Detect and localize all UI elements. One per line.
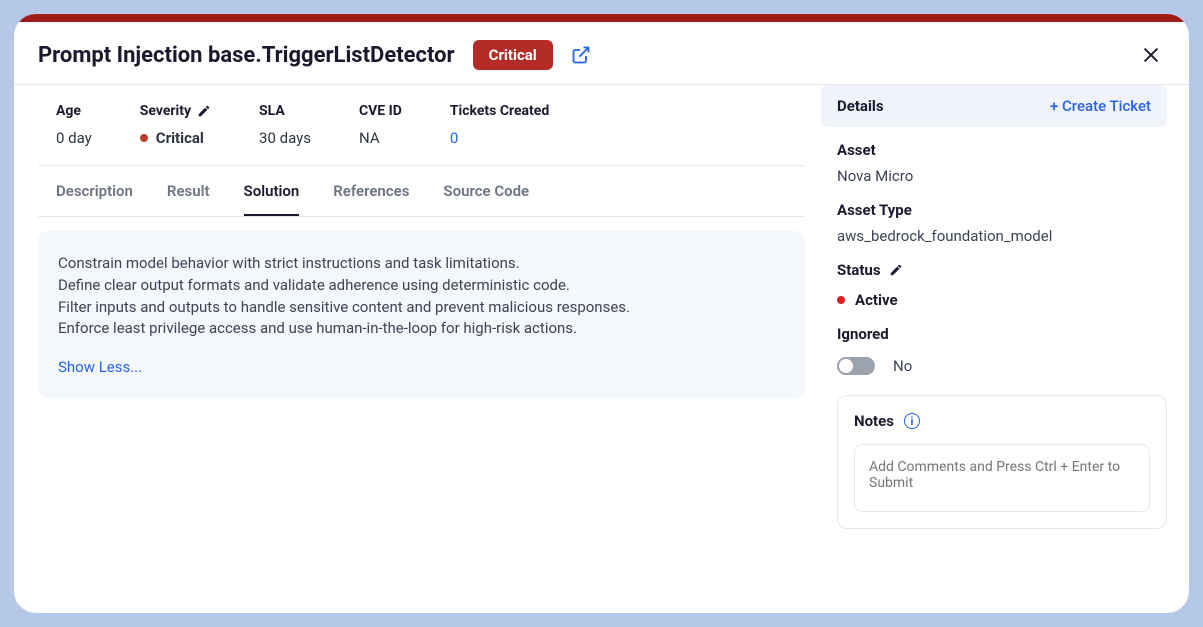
tickets-link[interactable]: 0 [450, 129, 549, 147]
close-button[interactable] [1137, 41, 1165, 69]
status-value: Active [855, 291, 898, 309]
details-panel: Details + Create Ticket Asset Nova Micro… [821, 85, 1189, 547]
metric-label: Tickets Created [450, 103, 549, 119]
show-less-toggle[interactable]: Show Less... [58, 358, 785, 376]
tab-bar: Description Result Solution References S… [38, 166, 805, 217]
tab-solution[interactable]: Solution [244, 182, 300, 216]
modal-header: Prompt Injection base.TriggerListDetecto… [14, 22, 1189, 84]
metric-age: Age 0 day [56, 103, 92, 147]
notes-textarea[interactable] [869, 459, 1135, 491]
ignored-toggle[interactable] [837, 357, 875, 375]
status-value-row: Active [837, 291, 1151, 309]
detail-asset: Asset Nova Micro [821, 127, 1167, 187]
status-dot-icon [837, 296, 845, 304]
metric-label: Severity [140, 103, 211, 119]
severity-dot-icon [140, 134, 148, 142]
vulnerability-modal: Prompt Injection base.TriggerListDetecto… [14, 14, 1189, 613]
tab-references[interactable]: References [333, 182, 409, 216]
metrics-row: Age 0 day Severity Critical SLA 30 days [38, 103, 805, 166]
metric-cve: CVE ID NA [359, 103, 402, 147]
open-external-icon[interactable] [571, 45, 591, 65]
notes-section: Notes i [837, 395, 1167, 529]
detail-label: Asset Type [837, 201, 1151, 219]
metric-label: Age [56, 103, 92, 119]
page-title: Prompt Injection base.TriggerListDetecto… [38, 43, 455, 68]
metric-severity: Severity Critical [140, 103, 211, 147]
severity-badge: Critical [473, 40, 553, 70]
notes-heading: Notes i [854, 412, 1150, 430]
metric-value: 30 days [259, 129, 311, 147]
details-header: Details + Create Ticket [821, 85, 1167, 127]
solution-line: Constrain model behavior with strict ins… [58, 253, 785, 275]
metric-label: SLA [259, 103, 311, 119]
info-icon[interactable]: i [904, 413, 920, 429]
metric-sla: SLA 30 days [259, 103, 311, 147]
metric-tickets: Tickets Created 0 [450, 103, 549, 147]
notes-input-wrapper [854, 444, 1150, 512]
detail-value: Nova Micro [837, 167, 1151, 185]
solution-line: Filter inputs and outputs to handle sens… [58, 297, 785, 319]
ignored-value: No [893, 357, 912, 375]
detail-asset-type: Asset Type aws_bedrock_foundation_model [821, 187, 1167, 247]
solution-content: Constrain model behavior with strict ins… [38, 231, 805, 398]
tab-description[interactable]: Description [56, 182, 133, 216]
metric-value: NA [359, 129, 402, 147]
main-panel: Age 0 day Severity Critical SLA 30 days [14, 85, 821, 547]
detail-value: aws_bedrock_foundation_model [837, 227, 1151, 245]
detail-label: Ignored [837, 325, 1151, 343]
metric-label: CVE ID [359, 103, 402, 119]
edit-icon[interactable] [197, 104, 211, 118]
tab-result[interactable]: Result [167, 182, 210, 216]
solution-line: Define clear output formats and validate… [58, 275, 785, 297]
detail-label: Asset [837, 141, 1151, 159]
solution-line: Enforce least privilege access and use h… [58, 318, 785, 340]
metric-value: Critical [140, 129, 211, 147]
detail-label: Status [837, 261, 1151, 279]
create-ticket-button[interactable]: + Create Ticket [1050, 97, 1151, 115]
tab-source-code[interactable]: Source Code [443, 182, 529, 216]
severity-top-bar [14, 14, 1189, 22]
detail-status: Status Active [821, 247, 1167, 311]
details-title: Details [837, 97, 884, 115]
metric-value: 0 day [56, 129, 92, 147]
detail-ignored: Ignored No [821, 311, 1167, 377]
edit-icon[interactable] [889, 263, 903, 277]
